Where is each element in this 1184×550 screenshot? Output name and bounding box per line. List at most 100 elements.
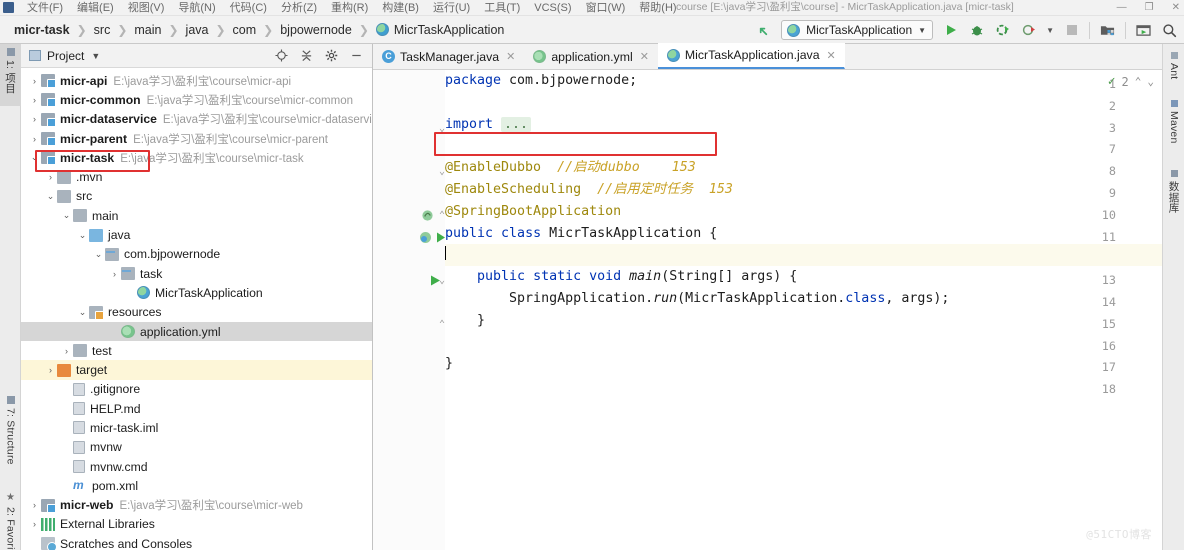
menu-item-0[interactable]: 文件(F) [20, 0, 70, 16]
code-line[interactable]: @EnableScheduling //启用定时任务 153 [445, 179, 1162, 201]
breadcrumb-item-6[interactable]: MicrTaskApplication [394, 23, 504, 37]
editor-tab-1[interactable]: application.yml ✕ [524, 44, 658, 69]
tree-row[interactable]: micr-task.iml [21, 418, 372, 437]
minimize-button[interactable]: — [1117, 0, 1127, 15]
tree-row[interactable]: › task [21, 264, 372, 283]
debug-button[interactable] [968, 22, 985, 39]
inspection-next-icon[interactable]: ⌄ [1147, 75, 1154, 88]
breadcrumb-item-0[interactable]: micr-task [14, 23, 70, 37]
profiler-dropdown-icon[interactable]: ▼ [1046, 26, 1054, 35]
menu-item-2[interactable]: 视图(V) [121, 0, 172, 16]
code-line[interactable]: } [445, 310, 1162, 332]
breadcrumb-item-4[interactable]: com [233, 23, 257, 37]
tree-row[interactable]: mvnw [21, 438, 372, 457]
code-line[interactable] [445, 92, 1162, 114]
tool-button-structure[interactable]: 7: Structure [0, 392, 21, 484]
tree-row[interactable]: MicrTaskApplication [21, 283, 372, 302]
chevron-right-icon[interactable]: › [109, 268, 120, 279]
back-arrow-icon[interactable] [755, 22, 772, 39]
tree-row[interactable]: › target [21, 360, 372, 380]
chevron-down-icon[interactable]: ⌄ [61, 210, 72, 221]
chevron-down-icon[interactable]: ⌄ [29, 152, 40, 163]
code-line[interactable]: package com.bjpowernode; [445, 70, 1162, 92]
run-with-coverage-button[interactable] [994, 22, 1011, 39]
code-line[interactable]: SpringApplication.run(MicrTaskApplicatio… [445, 288, 1162, 310]
code-line[interactable]: public static void main(String[] args) { [445, 266, 1162, 288]
chevron-right-icon[interactable]: › [29, 75, 40, 86]
tool-button-database[interactable]: 数据库 [1163, 166, 1184, 222]
maximize-button[interactable]: ❐ [1145, 0, 1154, 15]
chevron-right-icon[interactable]: › [45, 172, 56, 183]
spring-bean-icon[interactable] [421, 209, 435, 223]
editor-gutter[interactable] [373, 70, 445, 550]
chevron-right-icon[interactable]: › [29, 500, 40, 511]
chevron-down-icon[interactable]: ⌄ [77, 230, 88, 241]
tree-row[interactable]: › .mvn [21, 167, 372, 186]
locate-icon[interactable] [274, 49, 288, 63]
tree-row[interactable]: HELP.md [21, 399, 372, 418]
menu-item-1[interactable]: 编辑(E) [70, 0, 121, 16]
menu-item-3[interactable]: 导航(N) [171, 0, 222, 16]
tree-row[interactable]: ⌄ java [21, 225, 372, 244]
close-icon[interactable]: ✕ [640, 50, 649, 63]
close-button[interactable]: ✕ [1172, 0, 1180, 15]
menu-item-9[interactable]: 工具(T) [477, 0, 527, 16]
tool-button-project[interactable]: 1: 项目 [0, 44, 21, 106]
tree-row[interactable]: .gitignore [21, 380, 372, 399]
chevron-right-icon[interactable]: › [29, 519, 40, 530]
tool-button-favorites[interactable]: ★ 2: Favorites [0, 488, 21, 550]
tree-row[interactable]: mvnw.cmd [21, 457, 372, 476]
tree-row[interactable]: › micr-api E:\java学习\盈利宝\course\micr-api [21, 71, 372, 90]
code-line[interactable]: } [445, 353, 1162, 375]
run-configuration-selector[interactable]: MicrTaskApplication ▼ [781, 20, 934, 40]
code-line[interactable]: @SpringBootApplication [445, 201, 1162, 223]
collapse-all-icon[interactable] [299, 49, 313, 63]
chevron-down-icon[interactable]: ⌄ [93, 249, 104, 260]
breadcrumb-item-2[interactable]: main [134, 23, 161, 37]
settings-gear-icon[interactable] [324, 49, 338, 63]
chevron-right-icon[interactable]: › [45, 365, 56, 376]
code-line[interactable] [445, 135, 1162, 157]
tree-row[interactable]: › micr-parent E:\java学习\盈利宝\course\micr-pa… [21, 129, 372, 148]
tree-row[interactable]: m pom.xml [21, 476, 372, 495]
profiler-button[interactable] [1020, 22, 1037, 39]
tree-row[interactable]: ⌄ micr-task E:\java学习\盈利宝\course\micr-task [21, 148, 372, 167]
tree-row[interactable]: › test [21, 341, 372, 360]
tree-row[interactable]: › micr-dataservice E:\java学习\盈利宝\course\mi… [21, 110, 372, 129]
tree-row[interactable]: Scratches and Consoles [21, 534, 372, 550]
code-content[interactable]: package com.bjpowernode; import ... @Enabl… [445, 70, 1162, 397]
chevron-down-icon[interactable]: ⌄ [45, 191, 56, 202]
chevron-down-icon[interactable]: ▼ [91, 51, 100, 61]
editor-tab-2[interactable]: MicrTaskApplication.java ✕ [657, 43, 845, 69]
project-tree[interactable]: › micr-api E:\java学习\盈利宝\course\micr-api › m… [21, 68, 372, 550]
chevron-right-icon[interactable]: › [29, 133, 40, 144]
tree-row[interactable]: ⌄ resources [21, 303, 372, 322]
build-project-button[interactable] [1099, 22, 1116, 39]
breadcrumb-item-3[interactable]: java [186, 23, 209, 37]
menu-item-5[interactable]: 分析(Z) [274, 0, 324, 16]
menu-item-8[interactable]: 运行(U) [426, 0, 477, 16]
run-button[interactable] [942, 22, 959, 39]
code-line[interactable]: public class MicrTaskApplication { [445, 223, 1162, 245]
chevron-right-icon[interactable]: › [29, 114, 40, 125]
tree-row[interactable]: ⌄ com.bjpowernode [21, 245, 372, 264]
code-line[interactable]: @EnableDubbo //启动dubbo 153 [445, 157, 1162, 179]
inspection-prev-icon[interactable]: ⌃ [1135, 75, 1142, 88]
menu-item-6[interactable]: 重构(R) [324, 0, 375, 16]
code-editor[interactable]: 123789101112131415161718 ⌄⌄⌃⌄⌃ package c… [373, 70, 1162, 550]
menu-item-4[interactable]: 代码(C) [223, 0, 274, 16]
editor-tab-0[interactable]: C TaskManager.java ✕ [373, 44, 524, 69]
menu-item-11[interactable]: 窗口(W) [579, 0, 633, 16]
breadcrumb-item-5[interactable]: bjpowernode [280, 23, 352, 37]
code-line[interactable]: import ... [445, 114, 1162, 136]
tree-row[interactable]: application.yml [21, 321, 372, 342]
update-project-button[interactable] [1135, 22, 1152, 39]
close-icon[interactable]: ✕ [506, 50, 515, 63]
code-line[interactable] [445, 244, 1162, 267]
chevron-down-icon[interactable]: ⌄ [77, 307, 88, 318]
code-line[interactable] [445, 332, 1162, 354]
tree-row[interactable]: ⌄ src [21, 187, 372, 206]
search-everywhere-button[interactable] [1161, 22, 1178, 39]
chevron-right-icon[interactable]: › [29, 94, 40, 105]
breadcrumb-item-1[interactable]: src [94, 23, 111, 37]
